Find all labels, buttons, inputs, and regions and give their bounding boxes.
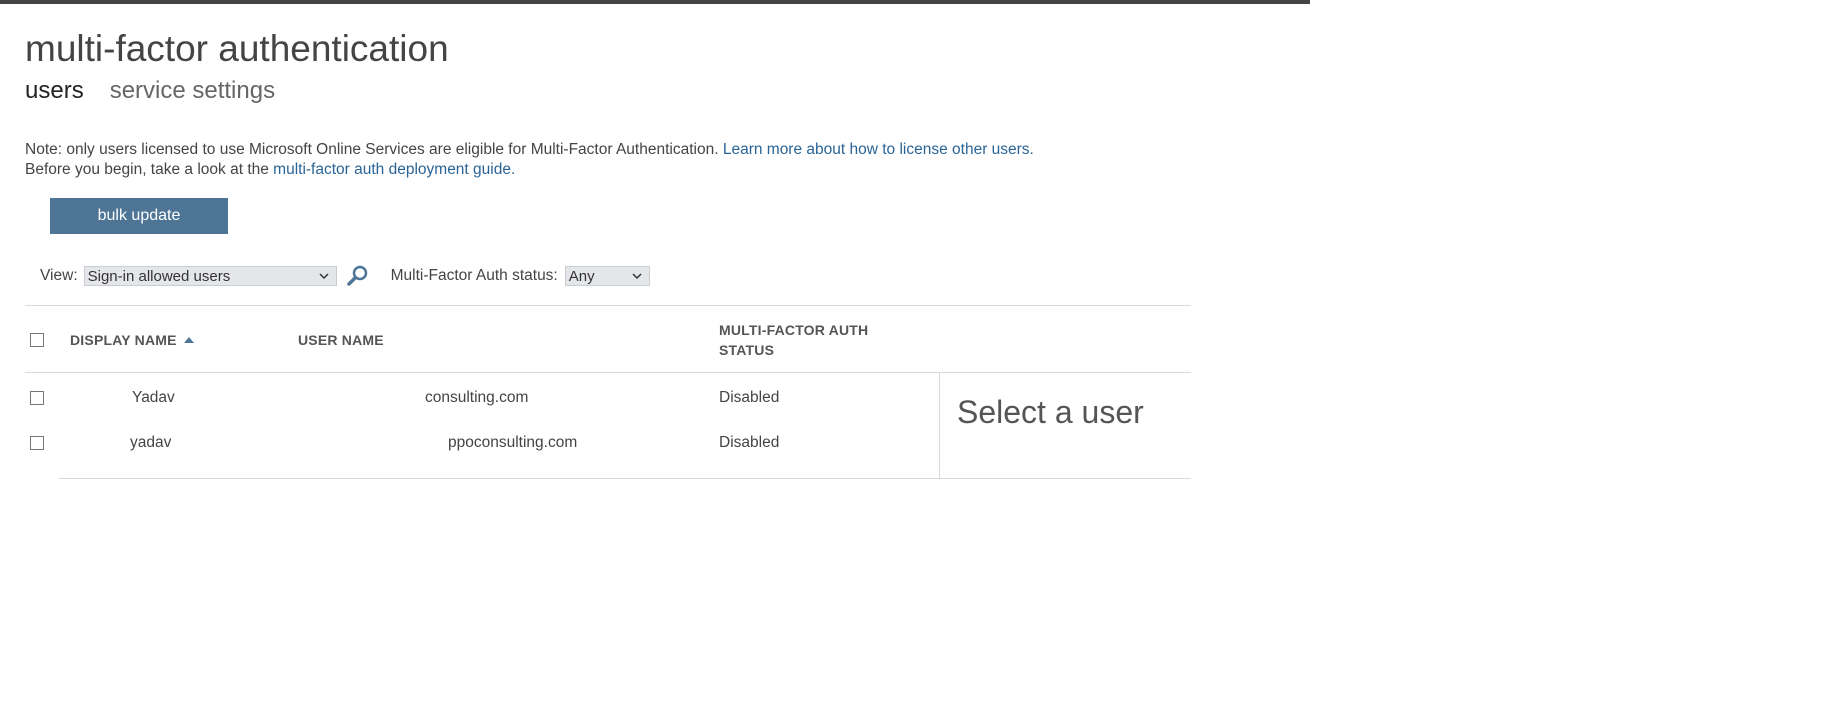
row-display-name: Yadav — [132, 389, 175, 406]
page-title: multi-factor authentication — [25, 28, 449, 69]
view-label: View: — [40, 267, 78, 284]
detail-placeholder: Select a user — [957, 394, 1144, 430]
top-bar — [0, 0, 1310, 4]
tab-users[interactable]: users — [25, 77, 84, 111]
mfa-status-label: Multi-Factor Auth status: — [390, 267, 558, 284]
table-top-divider — [25, 305, 1191, 306]
row-mfa-status: Disabled — [719, 434, 780, 451]
row-checkbox[interactable] — [30, 436, 44, 450]
note-line-1: Note: only users licensed to use Microso… — [25, 140, 1034, 160]
col-header-user-name[interactable]: USER NAME — [298, 330, 384, 350]
chevron-down-icon — [319, 273, 329, 280]
tab-bar: users service settings — [25, 77, 275, 111]
row-mfa-status: Disabled — [719, 389, 780, 406]
note-line-2: Before you begin, take a look at the mul… — [25, 160, 1034, 180]
deployment-guide-link[interactable]: multi-factor auth deployment guide. — [273, 161, 515, 178]
header-divider — [25, 372, 1191, 373]
detail-pane-divider — [939, 372, 940, 479]
col-header-mfa-status-line1: MULTI-FACTOR AUTH — [719, 322, 869, 338]
col-header-display-name-label: DISPLAY NAME — [70, 332, 177, 348]
row-checkbox[interactable] — [30, 391, 44, 405]
col-header-display-name[interactable]: DISPLAY NAME — [70, 330, 194, 350]
mfa-page: multi-factor authentication users servic… — [0, 0, 1846, 715]
search-icon[interactable] — [346, 264, 370, 288]
row-user-name: ppoconsulting.com — [448, 434, 578, 451]
row-user-name: consulting.com — [425, 389, 529, 406]
license-note: Note: only users licensed to use Microso… — [25, 140, 1034, 180]
select-all-checkbox[interactable] — [30, 333, 44, 347]
col-header-mfa-status-line2: STATUS — [719, 342, 775, 358]
license-users-link[interactable]: Learn more about how to license other us… — [723, 141, 1034, 158]
note-text-2: Before you begin, take a look at the — [25, 161, 274, 178]
col-header-mfa-status[interactable]: MULTI-FACTOR AUTH STATUS — [719, 320, 868, 360]
chevron-down-icon — [632, 273, 642, 280]
view-select[interactable]: Sign-in allowed users — [83, 266, 337, 286]
table-bottom-divider — [59, 478, 1191, 479]
filter-bar: View: Sign-in allowed users Multi-Factor… — [40, 265, 650, 287]
mfa-status-select[interactable]: Any — [564, 266, 650, 286]
tab-service-settings[interactable]: service settings — [110, 77, 275, 111]
note-text-1: Note: only users licensed to use Microso… — [25, 141, 723, 158]
mfa-status-select-value: Any — [568, 267, 595, 285]
sort-ascending-icon — [183, 337, 194, 343]
bulk-update-button[interactable]: bulk update — [50, 198, 228, 234]
view-select-value: Sign-in allowed users — [87, 267, 231, 285]
row-display-name: yadav — [130, 434, 172, 451]
